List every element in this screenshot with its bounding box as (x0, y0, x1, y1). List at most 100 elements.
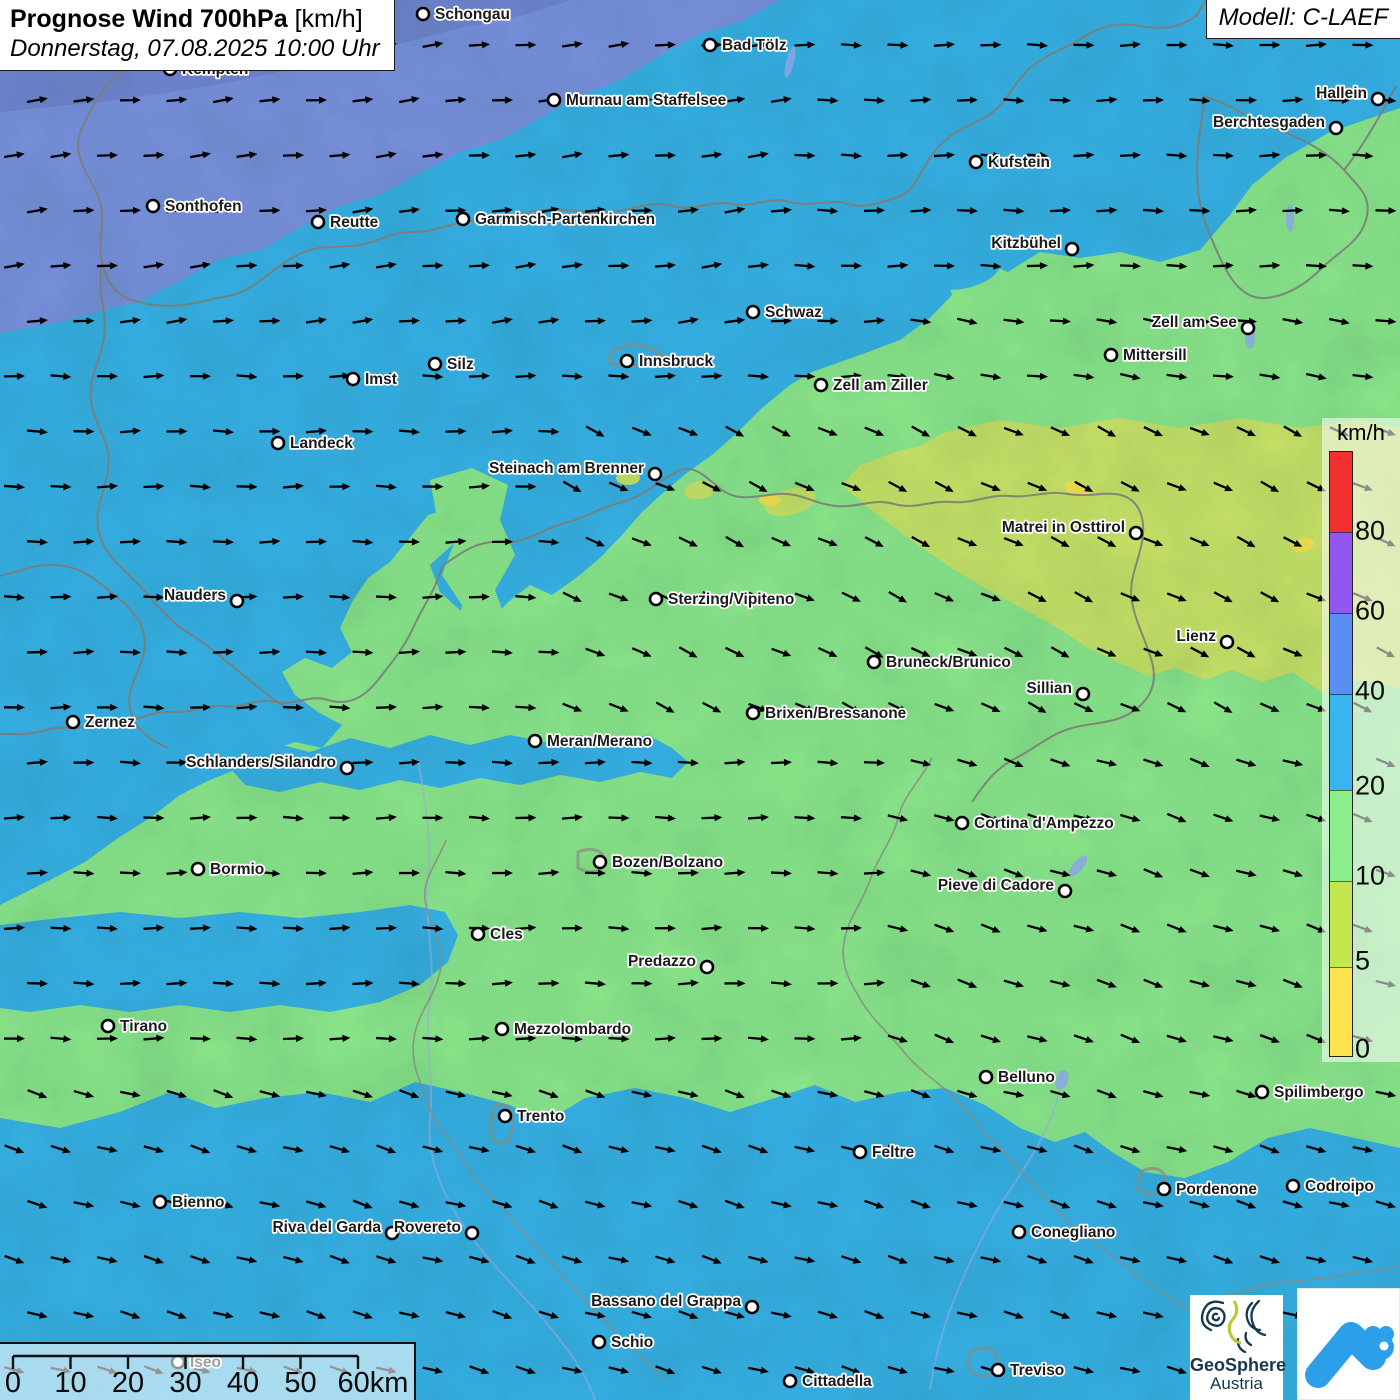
scale-label: 50 (284, 1367, 316, 1398)
city-marker (472, 928, 484, 940)
city-marker (67, 716, 79, 728)
city-label: Mittersill (1123, 347, 1187, 364)
city-marker (466, 1227, 478, 1239)
city-marker (1077, 688, 1089, 700)
city-label: Spilimbergo (1274, 1084, 1364, 1101)
city-label: Treviso (1010, 1362, 1064, 1379)
wind-forecast-map: SchongauBad TölzKemptenMurnau am Staffel… (0, 0, 1400, 1400)
city-label: Bienno (172, 1194, 225, 1211)
legend-band-0 (1330, 967, 1352, 1056)
city-marker (992, 1364, 1004, 1376)
city-marker (102, 1020, 114, 1032)
city-label: Riva del Garda (272, 1219, 381, 1236)
city-label: Hallein (1316, 85, 1367, 102)
city-label: Bormio (210, 861, 264, 878)
city-marker (1059, 885, 1071, 897)
city-label: Tirano (120, 1018, 167, 1035)
city-label: Cortina d'Ampezzo (974, 815, 1114, 832)
city-label: Cittadella (802, 1373, 872, 1390)
city-marker (746, 1301, 758, 1313)
scale-label: 20 (112, 1367, 144, 1398)
legend-band-10 (1330, 790, 1352, 881)
scale-label: 60km (338, 1367, 409, 1398)
city-marker (980, 1071, 992, 1083)
map-canvas: SchongauBad TölzKemptenMurnau am Staffel… (0, 0, 1400, 1400)
city-sterzing-vipiteno: Sterzing/Vipiteno (650, 591, 794, 608)
city-marker (956, 817, 968, 829)
legend-band-5 (1330, 881, 1352, 967)
city-marker (457, 213, 469, 225)
city-label: Cles (490, 926, 523, 943)
geosphere-logo-box: GeoSphere Austria (1190, 1295, 1283, 1400)
city-label: Pieve di Cadore (938, 877, 1055, 894)
city-marker (1330, 122, 1342, 134)
title-box: Prognose Wind 700hPa [km/h] Donnerstag, … (0, 0, 395, 71)
city-label: Reutte (330, 214, 379, 231)
city-label: Predazzo (628, 953, 696, 970)
city-marker (1158, 1183, 1170, 1195)
mountain-cloud-logo-icon (1298, 1289, 1400, 1400)
city-garmisch-partenkirchen: Garmisch-Partenkirchen (457, 211, 655, 228)
city-marker (147, 200, 159, 212)
legend-tick-label: 20 (1355, 770, 1385, 801)
city-marker (341, 762, 353, 774)
city-marker (548, 94, 560, 106)
city-label: Sterzing/Vipiteno (668, 591, 794, 608)
city-feltre: Feltre (854, 1144, 915, 1161)
city-label: Schwaz (765, 304, 822, 321)
city-meran-merano: Meran/Merano (529, 733, 652, 750)
city-marker (854, 1146, 866, 1158)
city-marker (1287, 1180, 1299, 1192)
geosphere-logo-icon (1190, 1295, 1283, 1353)
scale-label: 0 (5, 1367, 21, 1398)
city-marker (231, 595, 243, 607)
city-marker (529, 735, 541, 747)
city-label: Codroipo (1305, 1178, 1374, 1195)
city-label: Conegliano (1031, 1224, 1115, 1241)
city-label: Schlanders/Silandro (186, 754, 336, 771)
legend-tick-label: 10 (1355, 860, 1385, 891)
city-mezzolombardo: Mezzolombardo (496, 1021, 631, 1038)
scale-label: 40 (227, 1367, 259, 1398)
city-label: Zernez (85, 714, 135, 731)
city-marker (593, 1336, 605, 1348)
title-unit: [km/h] (295, 5, 363, 33)
city-bruneck-brunico: Bruneck/Brunico (868, 654, 1011, 671)
model-label: Modell: C-LAEF (1206, 0, 1400, 39)
city-imst: Imst (347, 371, 397, 388)
city-label: Meran/Merano (547, 733, 652, 750)
geosphere-country-name: Austria (1190, 1375, 1283, 1394)
city-label: Bruneck/Brunico (886, 654, 1011, 671)
city-label: Steinach am Brenner (489, 460, 644, 477)
city-marker (1013, 1226, 1025, 1238)
map-scale-bar: 0102030405060km (0, 1342, 416, 1400)
city-marker (815, 379, 827, 391)
city-marker (784, 1375, 796, 1387)
legend-tick-label: 5 (1355, 945, 1370, 976)
city-label: Schongau (435, 6, 510, 23)
city-label: Zell am See (1152, 314, 1238, 331)
city-marker (701, 961, 713, 973)
legend-band-80 (1330, 452, 1352, 532)
city-label: Garmisch-Partenkirchen (475, 211, 655, 228)
city-label: Schio (611, 1334, 653, 1351)
city-marker (704, 39, 716, 51)
city-label: Murnau am Staffelsee (566, 92, 727, 109)
city-label: Belluno (998, 1069, 1055, 1086)
city-marker (417, 8, 429, 20)
legend-band-20 (1330, 694, 1352, 790)
city-marker (272, 437, 284, 449)
legend-color-bar (1330, 452, 1352, 1056)
legend-band-60 (1330, 532, 1352, 613)
city-marker (594, 856, 606, 868)
city-label: Sillian (1026, 680, 1072, 697)
city-marker (970, 156, 982, 168)
city-label: Kufstein (988, 154, 1050, 171)
city-marker (1256, 1086, 1268, 1098)
city-label: Sonthofen (165, 198, 242, 215)
geosphere-org-name: GeoSphere (1190, 1356, 1283, 1375)
city-marker (154, 1196, 166, 1208)
city-marker (1066, 243, 1078, 255)
city-label: Innsbruck (639, 353, 713, 370)
city-label: Brixen/Bressanone (765, 705, 907, 722)
